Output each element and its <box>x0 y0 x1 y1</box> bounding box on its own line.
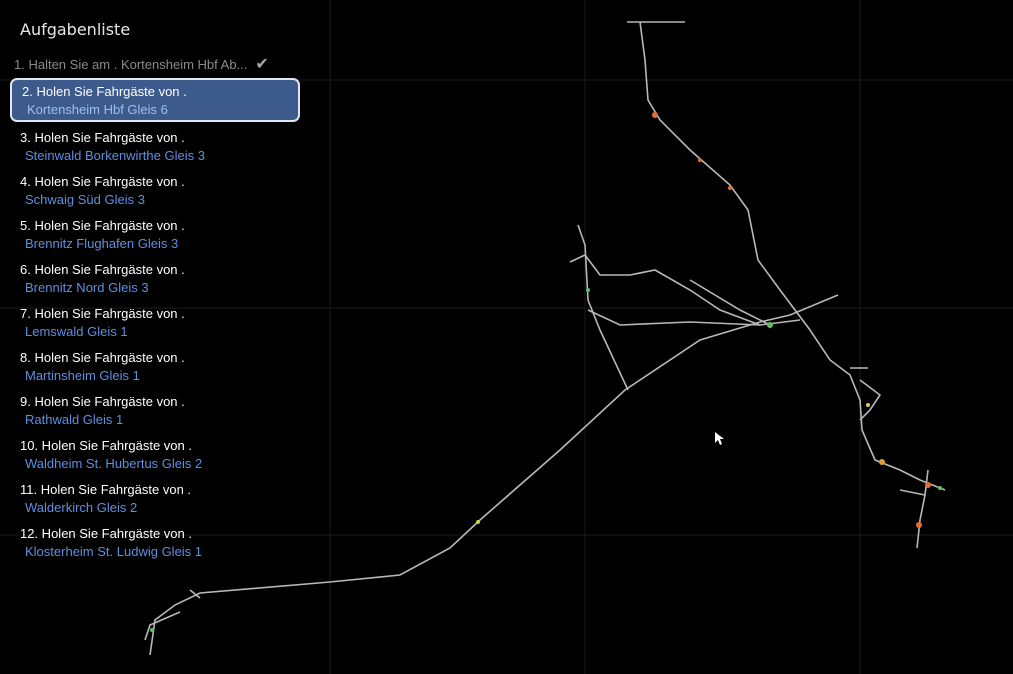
task-label: 11. Holen Sie Fahrgäste von . <box>20 482 192 497</box>
task-item[interactable]: 7. Holen Sie Fahrgäste von . Lemswald Gle… <box>10 302 300 342</box>
task-station: Steinwald Borkenwirthe Gleis 3 <box>25 148 205 163</box>
task-item[interactable]: 11. Holen Sie Fahrgäste von . Walderkirch… <box>10 478 300 518</box>
task-list-panel: Aufgabenliste 1. Halten Sie am . Kortens… <box>10 20 300 566</box>
task-item[interactable]: 6. Holen Sie Fahrgäste von . Brennitz Nor… <box>10 258 300 298</box>
task-station: Brennitz Flughafen Gleis 3 <box>25 236 179 251</box>
task-label: 8. Holen Sie Fahrgäste von . <box>20 350 185 365</box>
task-station: Martinsheim Gleis 1 <box>25 368 140 383</box>
task-item-active[interactable]: 2. Holen Sie Fahrgäste von . Kortensheim… <box>10 78 300 122</box>
task-label: 2. Holen Sie Fahrgäste von . <box>22 84 187 99</box>
task-item[interactable]: 9. Holen Sie Fahrgäste von . Rathwald Gle… <box>10 390 300 430</box>
task-item[interactable]: 8. Holen Sie Fahrgäste von . Martinsheim … <box>10 346 300 386</box>
task-item[interactable]: 12. Holen Sie Fahrgäste von . Klosterheim… <box>10 522 300 562</box>
task-label: 9. Holen Sie Fahrgäste von . <box>20 394 185 409</box>
task-label: 1. Halten Sie am . Kortensheim Hbf Ab... <box>14 56 248 72</box>
task-item-completed[interactable]: 1. Halten Sie am . Kortensheim Hbf Ab...… <box>14 53 300 75</box>
mouse-cursor-icon <box>715 432 724 445</box>
task-label: 3. Holen Sie Fahrgäste von . <box>20 130 185 145</box>
task-label: 12. Holen Sie Fahrgäste von . <box>20 526 192 541</box>
task-station: Klosterheim St. Ludwig Gleis 1 <box>25 544 203 559</box>
task-station: Rathwald Gleis 1 <box>25 412 124 427</box>
task-item[interactable]: 5. Holen Sie Fahrgäste von . Brennitz Flu… <box>10 214 300 254</box>
task-station: Lemswald Gleis 1 <box>25 324 128 339</box>
task-station: Schwaig Süd Gleis 3 <box>25 192 145 207</box>
task-station: Walderkirch Gleis 2 <box>25 500 138 515</box>
task-list-title: Aufgabenliste <box>20 20 131 39</box>
task-item[interactable]: 4. Holen Sie Fahrgäste von . Schwaig Süd … <box>10 170 300 210</box>
task-label: 10. Holen Sie Fahrgäste von . <box>20 438 192 453</box>
task-station: Kortensheim Hbf Gleis 6 <box>27 102 168 117</box>
task-item[interactable]: 10. Holen Sie Fahrgäste von . Waldheim St… <box>10 434 300 474</box>
task-label: 7. Holen Sie Fahrgäste von . <box>20 306 185 321</box>
task-label: 5. Holen Sie Fahrgäste von . <box>20 218 185 233</box>
task-station: Brennitz Nord Gleis 3 <box>25 280 149 295</box>
task-label: 6. Holen Sie Fahrgäste von . <box>20 262 185 277</box>
task-label: 4. Holen Sie Fahrgäste von . <box>20 174 185 189</box>
checkmark-icon: ✔ <box>255 56 269 73</box>
task-item[interactable]: 3. Holen Sie Fahrgäste von . Steinwald Bo… <box>10 126 300 166</box>
task-station: Waldheim St. Hubertus Gleis 2 <box>25 456 203 471</box>
